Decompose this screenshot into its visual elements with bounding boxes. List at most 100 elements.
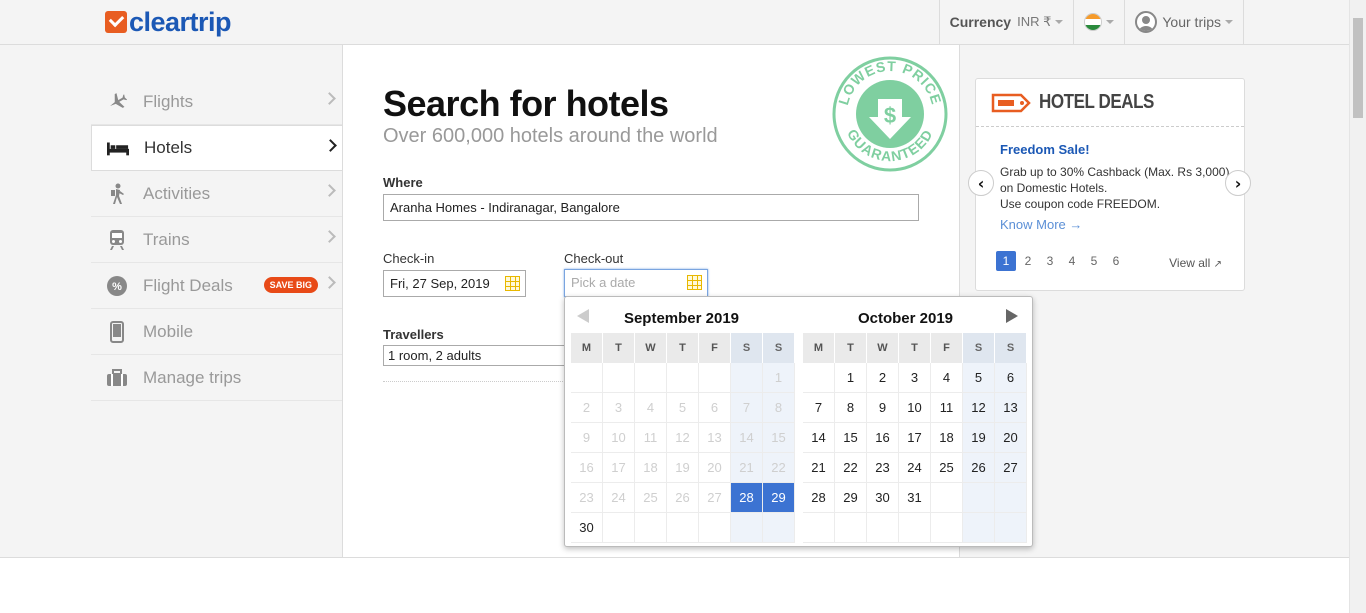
weekday-header: T <box>603 333 635 363</box>
cleartrip-logo[interactable]: cleartrip <box>105 7 232 37</box>
calendar-day[interactable]: 5 <box>963 363 995 393</box>
calendar-day: 8 <box>763 393 795 423</box>
calendar-day[interactable]: 4 <box>931 363 963 393</box>
your-trips-menu[interactable]: Your trips <box>1124 0 1244 44</box>
calendar-day[interactable]: 16 <box>867 423 899 453</box>
currency-selector[interactable]: Currency INR ₹ <box>938 0 1074 44</box>
calendar-day[interactable]: 1 <box>835 363 867 393</box>
country-selector[interactable] <box>1073 0 1124 44</box>
page-scrollbar[interactable] <box>1349 0 1366 613</box>
calendar-day[interactable]: 3 <box>899 363 931 393</box>
calendar-day: 24 <box>603 483 635 513</box>
header-right: Currency INR ₹ Your trips <box>938 0 1244 44</box>
calendar-day[interactable]: 30 <box>867 483 899 513</box>
sidebar-item-label: Flights <box>143 91 194 111</box>
calendar-day[interactable]: 18 <box>931 423 963 453</box>
calendar-day: 22 <box>763 453 795 483</box>
calendar-day[interactable]: 2 <box>867 363 899 393</box>
weekday-header: M <box>803 333 835 363</box>
price-tag-icon <box>991 93 1031 112</box>
travellers-select[interactable]: 1 room, 2 adults <box>383 345 573 366</box>
calendar-empty-cell <box>731 513 763 543</box>
calendar-day[interactable]: 10 <box>899 393 931 423</box>
calendar-day[interactable]: 15 <box>835 423 867 453</box>
sidebar-item-activities[interactable]: Activities <box>91 171 342 217</box>
calendar-day[interactable]: 31 <box>899 483 931 513</box>
travellers-divider <box>383 381 573 382</box>
page-button[interactable]: 4 <box>1062 251 1082 271</box>
calendar-day: 23 <box>571 483 603 513</box>
calendar-day[interactable]: 9 <box>867 393 899 423</box>
where-input[interactable]: Aranha Homes - Indiranagar, Bangalore <box>383 194 919 221</box>
chevron-right-icon <box>323 92 336 105</box>
calendar-day[interactable]: 21 <box>803 453 835 483</box>
page-button[interactable]: 5 <box>1084 251 1104 271</box>
view-all-link[interactable]: View all ↗ <box>1169 256 1222 270</box>
your-trips-label: Your trips <box>1162 14 1221 30</box>
sidebar-item-flight-deals[interactable]: % Flight Deals SAVE BIG <box>91 263 342 309</box>
calendar-day: 19 <box>667 453 699 483</box>
calendar-day[interactable]: 23 <box>867 453 899 483</box>
month-title-september: September 2019 <box>623 310 740 327</box>
calendar-day[interactable]: 14 <box>803 423 835 453</box>
calendar-day[interactable]: 24 <box>899 453 931 483</box>
calendar-empty-cell <box>995 483 1027 513</box>
know-more-link[interactable]: Know More → <box>1000 217 1082 232</box>
page-button[interactable]: 2 <box>1018 251 1038 271</box>
calendar-day[interactable]: 17 <box>899 423 931 453</box>
svg-text:$: $ <box>884 103 896 128</box>
calendar-day[interactable]: 19 <box>963 423 995 453</box>
weekday-header: M <box>571 333 603 363</box>
calendar-day[interactable]: 22 <box>835 453 867 483</box>
sidebar-item-trains[interactable]: Trains <box>91 217 342 263</box>
calendar-day[interactable]: 28 <box>731 483 763 513</box>
calendar-day[interactable]: 20 <box>995 423 1027 453</box>
calendar-empty-cell <box>603 363 635 393</box>
external-link-icon: ↗ <box>1213 259 1222 270</box>
footer-divider <box>0 557 1349 558</box>
calendar-day[interactable]: 25 <box>931 453 963 483</box>
calendar-icon[interactable] <box>687 275 702 290</box>
calendar-day[interactable]: 30 <box>571 513 603 543</box>
svg-text:%: % <box>112 281 122 293</box>
page-button[interactable]: 6 <box>1106 251 1126 271</box>
calendar-empty-cell <box>699 363 731 393</box>
checkout-placeholder: Pick a date <box>571 275 636 290</box>
calendar-day[interactable]: 13 <box>995 393 1027 423</box>
checkout-input[interactable]: Pick a date <box>564 269 708 297</box>
calendar-day[interactable]: 8 <box>835 393 867 423</box>
calendar-icon[interactable] <box>505 276 520 291</box>
calendar-day[interactable]: 12 <box>963 393 995 423</box>
calendar-day: 3 <box>603 393 635 423</box>
deals-next-button[interactable]: › <box>1225 170 1251 196</box>
checkout-label: Check-out <box>564 251 624 266</box>
calendar-day[interactable]: 28 <box>803 483 835 513</box>
calendar-day: 26 <box>667 483 699 513</box>
page-button[interactable]: 1 <box>996 251 1016 271</box>
calendar-day[interactable]: 7 <box>803 393 835 423</box>
calendar-day[interactable]: 27 <box>995 453 1027 483</box>
checkin-input[interactable]: Fri, 27 Sep, 2019 <box>383 270 526 297</box>
top-header: cleartrip Currency INR ₹ Your trips <box>0 0 1349 45</box>
sidebar-item-mobile[interactable]: Mobile <box>91 309 342 355</box>
where-label: Where <box>383 175 423 190</box>
calendar-day[interactable]: 29 <box>835 483 867 513</box>
sidebar-item-manage-trips[interactable]: Manage trips <box>91 355 342 401</box>
calendar-empty-cell <box>931 513 963 543</box>
calendar-day[interactable]: 26 <box>963 453 995 483</box>
calendar-day[interactable]: 11 <box>931 393 963 423</box>
deals-prev-button[interactable]: ‹ <box>968 170 994 196</box>
sidebar-item-flights[interactable]: Flights <box>91 79 342 125</box>
deal-title[interactable]: Freedom Sale! <box>1000 142 1090 157</box>
sidebar-item-hotels[interactable]: Hotels <box>91 125 343 171</box>
logo-check-icon <box>105 11 127 33</box>
weekday-header: T <box>835 333 867 363</box>
chevron-down-icon <box>1106 20 1115 24</box>
calendar-day[interactable]: 6 <box>995 363 1027 393</box>
view-all-label: View all <box>1169 256 1211 270</box>
page-button[interactable]: 3 <box>1040 251 1060 271</box>
scrollbar-thumb[interactable] <box>1353 18 1363 118</box>
chevron-right-icon <box>323 184 336 197</box>
calendar-day[interactable]: 29 <box>763 483 795 513</box>
calendar-empty-cell <box>963 513 995 543</box>
